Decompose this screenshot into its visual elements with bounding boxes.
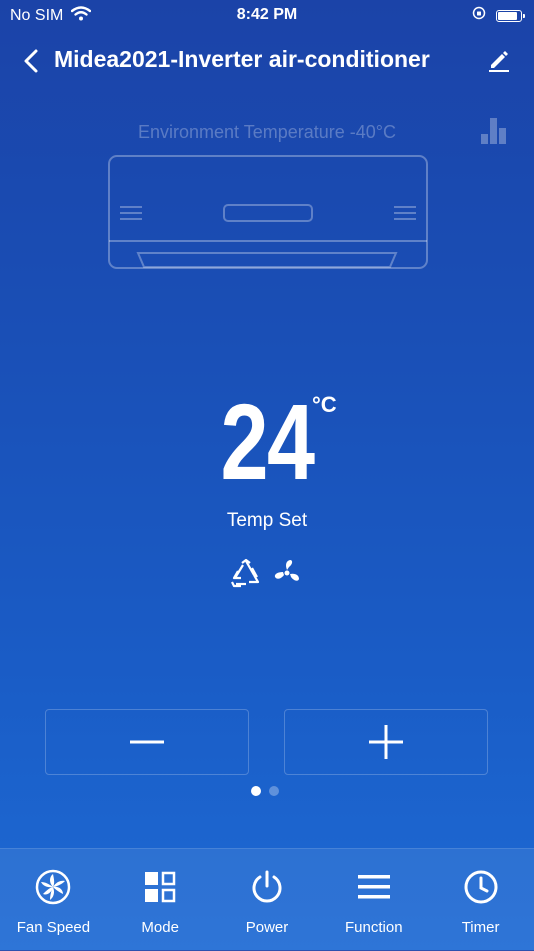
decrease-temperature-button[interactable] <box>45 709 249 775</box>
battery-icon <box>496 9 525 22</box>
mode-icon <box>142 869 178 905</box>
function-label: Function <box>345 919 403 936</box>
plus-icon <box>369 725 403 759</box>
ac-unit-illustration <box>108 155 428 270</box>
mode-indicators <box>229 558 303 593</box>
temperature-value: 24 <box>220 381 316 502</box>
function-button[interactable]: Function <box>320 849 427 951</box>
temperature-label: Temp Set <box>226 510 308 531</box>
page-dot[interactable] <box>269 786 279 796</box>
status-right <box>472 6 525 25</box>
mode-button[interactable]: Mode <box>107 849 214 951</box>
page-dot-active[interactable] <box>251 786 261 796</box>
page-indicator <box>251 786 279 796</box>
timer-label: Timer <box>461 919 500 936</box>
temperature-unit: °C <box>312 392 337 417</box>
menu-icon <box>356 869 392 905</box>
status-bar: No SIM 8:42 PM <box>0 0 534 30</box>
back-button[interactable] <box>18 46 46 76</box>
pencil-icon <box>489 51 509 72</box>
fan-icon <box>271 558 303 593</box>
increase-temperature-button[interactable] <box>284 709 488 775</box>
clock-icon <box>463 869 499 905</box>
timer-button[interactable]: Timer <box>427 849 534 951</box>
header: Midea2021-Inverter air-conditioner <box>0 40 534 82</box>
fan-speed-label: Fan Speed <box>16 919 91 936</box>
fan-speed-button[interactable]: Fan Speed <box>0 849 107 951</box>
power-button[interactable]: Power <box>214 849 321 951</box>
bar-chart-icon <box>481 118 506 144</box>
power-icon <box>249 869 285 905</box>
mode-label: Mode <box>141 919 179 936</box>
page-title: Midea2021-Inverter air-conditioner <box>54 46 430 72</box>
orientation-lock-icon <box>472 6 486 25</box>
edit-button[interactable] <box>486 47 512 73</box>
status-time: 8:42 PM <box>236 6 298 23</box>
environment-temperature: Environment Temperature -40°C <box>138 122 396 142</box>
minus-icon <box>130 740 164 744</box>
fan-icon <box>35 869 71 905</box>
statistics-button[interactable] <box>480 116 508 146</box>
bottom-toolbar: Fan Speed Mode Power Function Timer <box>0 848 534 951</box>
recycle-icon <box>229 558 263 593</box>
power-label: Power <box>245 919 289 936</box>
chevron-left-icon <box>24 49 38 73</box>
